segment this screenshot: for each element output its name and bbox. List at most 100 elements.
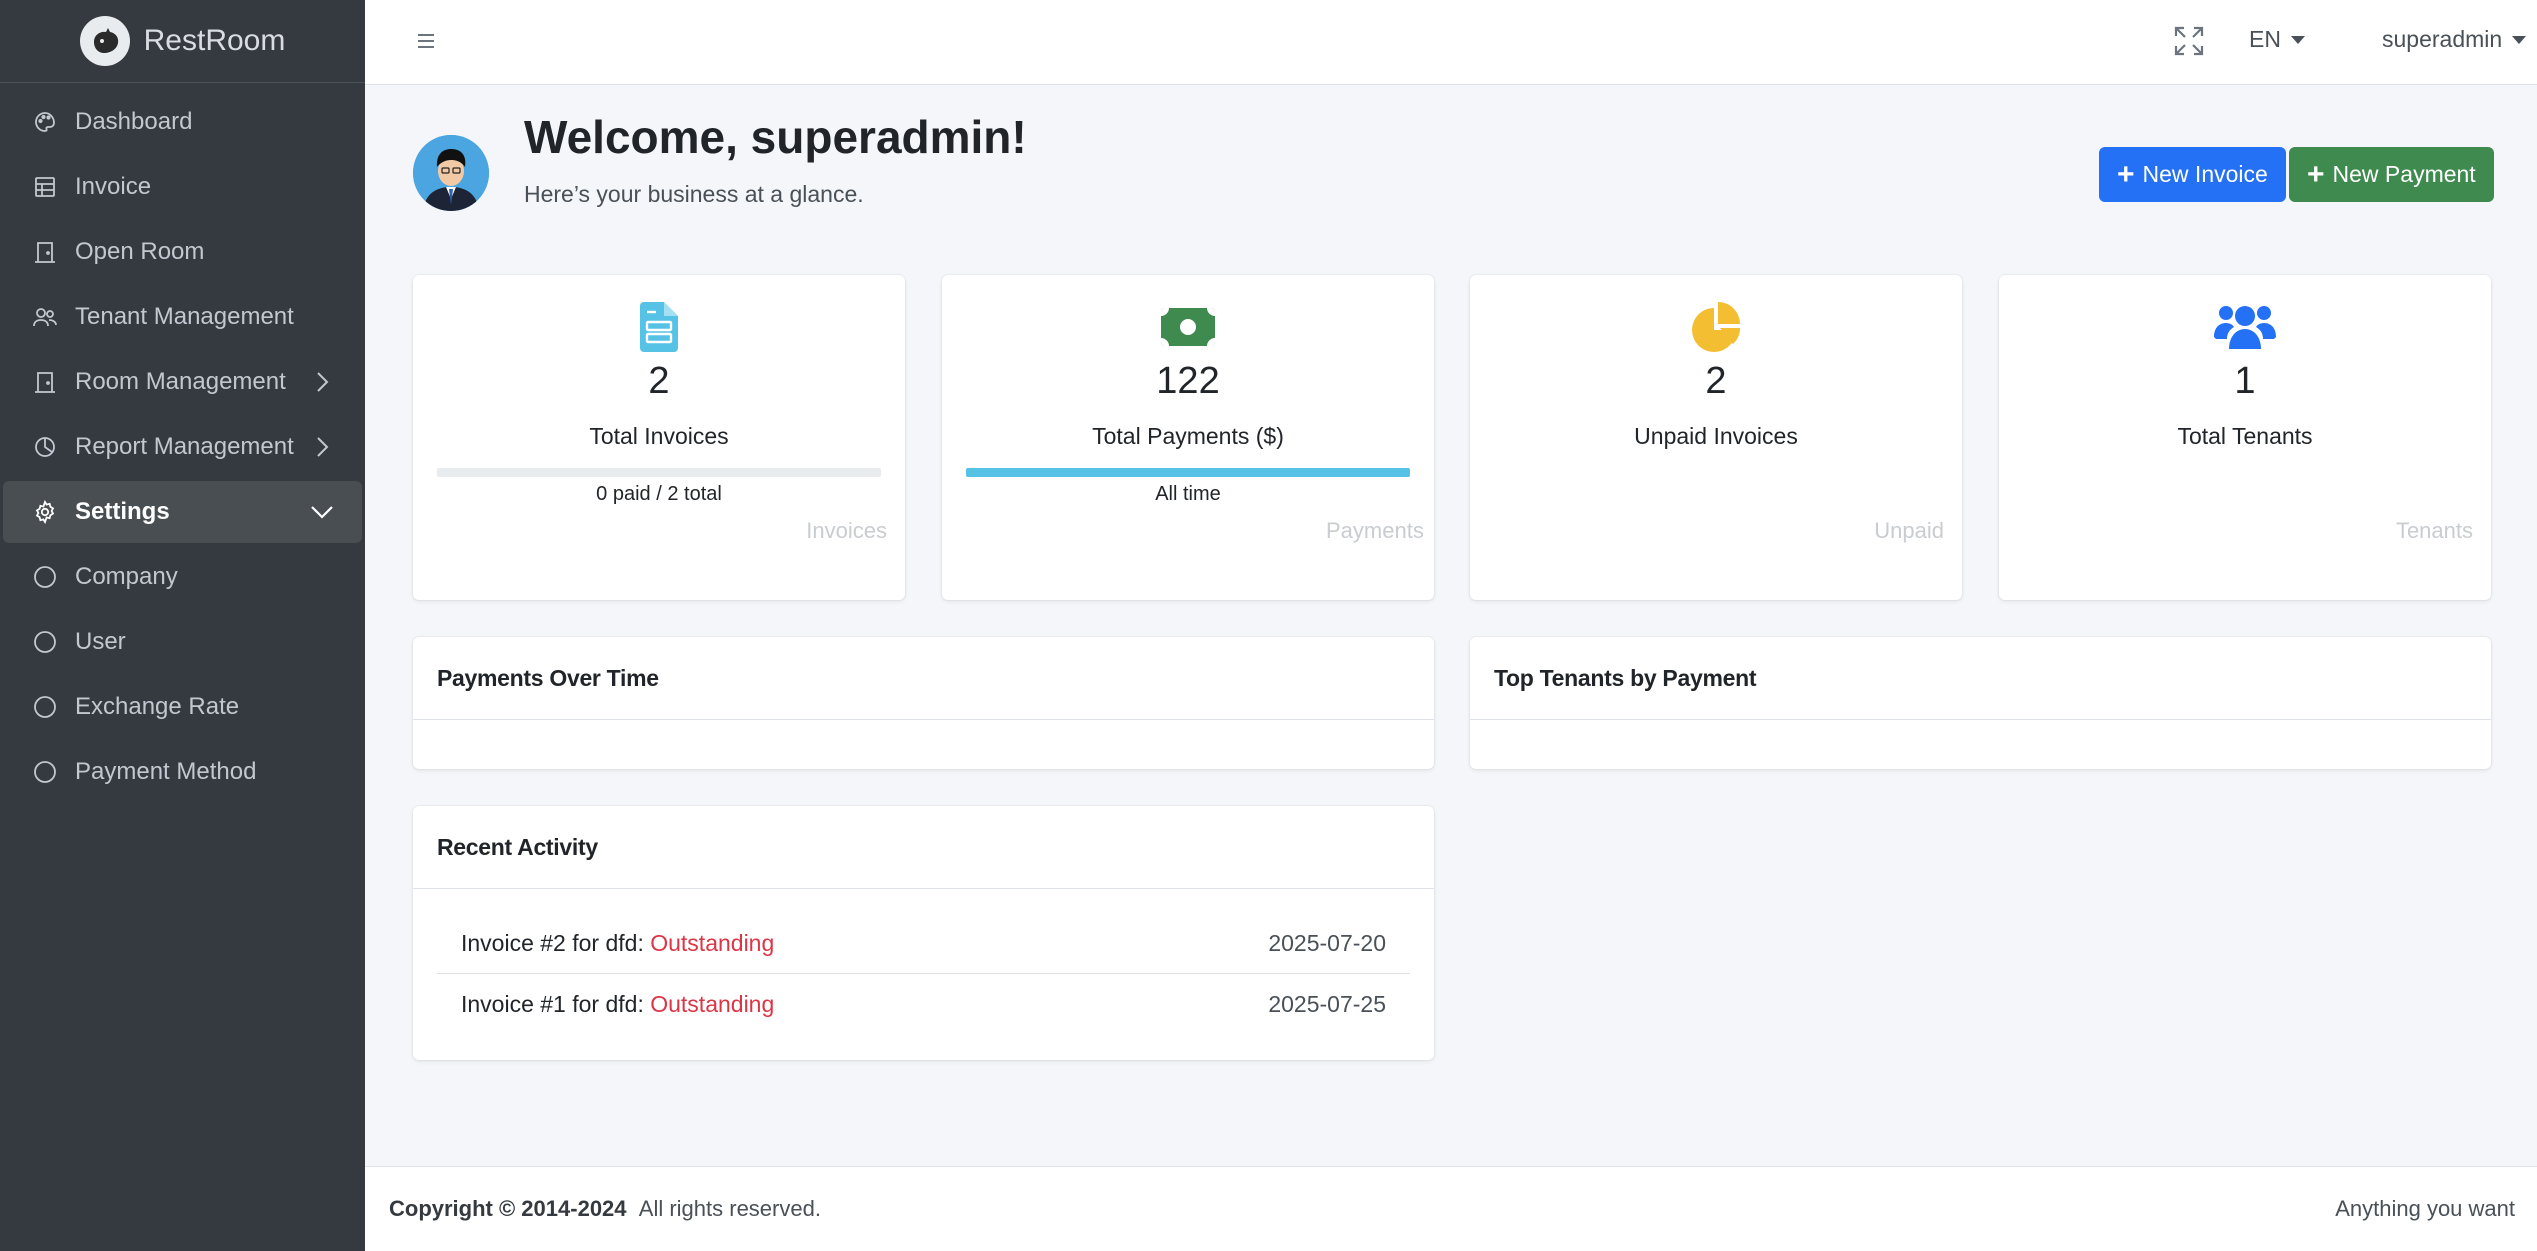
- status-badge: Outstanding: [650, 991, 775, 1017]
- broken-image-placeholder: Payments: [1326, 518, 1424, 543]
- username-label: superadmin: [2382, 26, 2503, 52]
- sidebar-item-user[interactable]: User: [3, 611, 362, 673]
- broken-image-placeholder: Invoices: [806, 518, 887, 543]
- activity-date: 2025-07-25: [1268, 991, 1386, 1017]
- file-invoice-icon: [628, 299, 690, 355]
- stat-card-tenants: 1 Total Tenants Tenants: [1999, 275, 2491, 600]
- stat-value: 2: [1705, 360, 1727, 402]
- top-tenants-panel: Top Tenants by Payment: [1470, 637, 2491, 769]
- users-icon: [2214, 299, 2276, 355]
- stat-value: 122: [1156, 360, 1220, 402]
- list-item[interactable]: Invoice #2 for dfd: Outstanding 2025-07-…: [437, 913, 1410, 974]
- stat-value: 2: [648, 360, 670, 402]
- language-label: EN: [2249, 26, 2281, 52]
- sidebar-item-company[interactable]: Company: [3, 546, 362, 608]
- stat-label: Total Tenants: [2177, 423, 2313, 449]
- sidebar-item-payment-method[interactable]: Payment Method: [3, 741, 362, 803]
- menu-toggle-icon[interactable]: [411, 26, 441, 56]
- people-icon: [31, 303, 59, 331]
- sidebar-item-settings[interactable]: Settings: [3, 481, 362, 543]
- sidebar-item-invoice[interactable]: Invoice: [3, 156, 362, 218]
- sidebar-item-dashboard[interactable]: Dashboard: [3, 91, 362, 153]
- broken-image-placeholder: Tenants: [2395, 518, 2473, 543]
- circle-icon: [31, 693, 59, 721]
- payments-over-time-panel: Payments Over Time: [413, 637, 1434, 769]
- stat-card-invoices: 2 Total Invoices 0 paid / 2 total Invoic…: [413, 275, 905, 600]
- progress-bar: [437, 468, 881, 477]
- circle-icon: [31, 563, 59, 591]
- plus-icon: +: [2307, 157, 2325, 191]
- table-icon: [31, 173, 59, 201]
- footer: Copyright © 2014-2024 All rights reserve…: [365, 1166, 2537, 1251]
- stat-footnote: 0 paid / 2 total: [596, 483, 722, 505]
- stat-card-payments: 122 Total Payments ($) All time Payments: [942, 275, 1434, 600]
- footer-copyright-block: Copyright © 2014-2024 All rights reserve…: [389, 1196, 821, 1222]
- panel-title: Top Tenants by Payment: [1470, 637, 2491, 720]
- activity-text: Invoice #2 for dfd: Outstanding: [461, 930, 774, 957]
- footer-rights: All rights reserved.: [638, 1196, 821, 1221]
- page-subtitle: Here’s your business at a glance.: [524, 181, 864, 207]
- footer-tagline: Anything you want: [2335, 1196, 2515, 1221]
- caret-down-icon: [2512, 35, 2527, 44]
- sidebar-item-label: User: [75, 628, 126, 655]
- language-dropdown[interactable]: EN: [2249, 26, 2305, 53]
- progress-fill: [966, 468, 1410, 477]
- panel-title: Recent Activity: [413, 806, 1434, 889]
- sidebar-item-tenant-management[interactable]: Tenant Management: [3, 286, 362, 348]
- new-payment-button[interactable]: + New Payment: [2289, 147, 2494, 202]
- chevron-right-icon: [310, 370, 334, 394]
- circle-icon: [31, 628, 59, 656]
- sidebar-item-report-management[interactable]: Report Management: [3, 416, 362, 478]
- activity-text: Invoice #1 for dfd: Outstanding: [461, 991, 774, 1018]
- fullscreen-icon[interactable]: [2172, 24, 2206, 58]
- sidebar-item-label: Payment Method: [75, 758, 257, 785]
- user-dropdown[interactable]: superadmin: [2382, 26, 2527, 53]
- page-title: Welcome, superadmin!: [524, 111, 1027, 163]
- circle-icon: [31, 758, 59, 786]
- sidebar: RestRoom Dashboard Invoice Open Room Ten…: [0, 0, 365, 1251]
- activity-description: Invoice #2 for dfd:: [461, 929, 651, 956]
- sidebar-item-label: Open Room: [75, 238, 205, 265]
- door-icon: [31, 238, 59, 266]
- pie-chart-icon: [31, 433, 59, 461]
- sidebar-item-label: Room Management: [75, 368, 286, 395]
- brand-name: RestRoom: [143, 24, 286, 57]
- topbar: EN superadmin: [365, 0, 2537, 85]
- avatar: [413, 135, 489, 211]
- new-invoice-label: New Invoice: [2142, 161, 2268, 187]
- progress-bar: [966, 468, 1410, 477]
- footer-copyright: Copyright © 2014-2024: [389, 1196, 627, 1221]
- status-badge: Outstanding: [650, 929, 775, 956]
- sidebar-nav: Dashboard Invoice Open Room Tenant Manag…: [0, 83, 365, 814]
- list-item[interactable]: Invoice #1 for dfd: Outstanding 2025-07-…: [437, 974, 1410, 1035]
- chevron-down-icon: [310, 500, 334, 524]
- activity-list: Invoice #2 for dfd: Outstanding 2025-07-…: [413, 889, 1434, 1035]
- sidebar-item-label: Tenant Management: [75, 303, 294, 330]
- stat-value: 1: [2234, 360, 2256, 402]
- new-payment-label: New Payment: [2332, 161, 2476, 187]
- money-bill-icon: [1157, 299, 1219, 355]
- stat-footnote: All time: [1155, 483, 1221, 505]
- sidebar-item-label: Settings: [75, 498, 170, 525]
- activity-date: 2025-07-20: [1268, 929, 1386, 956]
- new-invoice-button[interactable]: + New Invoice: [2099, 147, 2286, 202]
- sidebar-item-exchange-rate[interactable]: Exchange Rate: [3, 676, 362, 738]
- recent-activity-panel: Recent Activity Invoice #2 for dfd: Outs…: [413, 806, 1434, 1060]
- sidebar-item-label: Dashboard: [75, 108, 193, 135]
- sidebar-item-open-room[interactable]: Open Room: [3, 221, 362, 283]
- sidebar-item-room-management[interactable]: Room Management: [3, 351, 362, 413]
- stat-label: Unpaid Invoices: [1634, 423, 1798, 449]
- door-icon: [31, 368, 59, 396]
- activity-description: Invoice #1 for dfd:: [461, 991, 651, 1017]
- stat-label: Total Payments ($): [1092, 423, 1284, 449]
- sidebar-item-label: Report Management: [75, 433, 294, 460]
- sidebar-item-label: Company: [75, 563, 178, 590]
- brand-link[interactable]: RestRoom: [0, 0, 365, 83]
- pie-chart-icon: [1685, 299, 1747, 355]
- caret-down-icon: [2290, 35, 2305, 44]
- chevron-right-icon: [310, 435, 334, 459]
- plus-icon: +: [2117, 157, 2135, 191]
- stat-label: Total Invoices: [589, 423, 729, 449]
- gear-icon: [31, 498, 59, 526]
- stat-card-unpaid: 2 Unpaid Invoices Unpaid: [1470, 275, 1962, 600]
